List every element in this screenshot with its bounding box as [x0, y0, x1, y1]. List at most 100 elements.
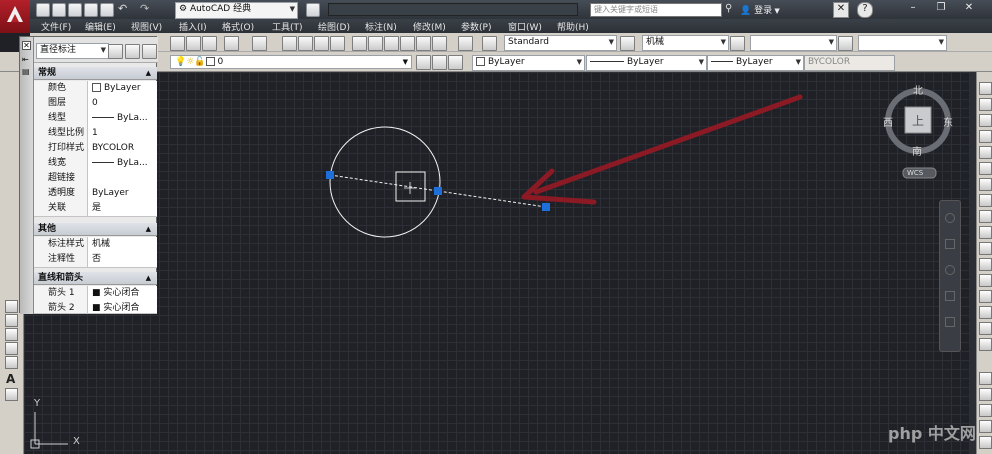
pan-nav-icon[interactable]: [945, 239, 955, 249]
property-value: 0: [92, 98, 98, 108]
rotate-icon[interactable]: [979, 178, 992, 191]
copy-object-icon[interactable]: [979, 98, 992, 111]
palette-properties-icon[interactable]: ▤: [22, 67, 30, 76]
property-key: 线型: [34, 111, 88, 126]
dim-baseline-icon[interactable]: [979, 388, 992, 401]
dim-quick-icon[interactable]: [979, 372, 992, 385]
blend-icon[interactable]: [979, 322, 992, 335]
property-row[interactable]: 超链接: [34, 171, 157, 187]
property-value: ByLa...: [117, 158, 148, 168]
property-row[interactable]: 透明度 ByLayer: [34, 186, 157, 202]
property-value: 实心闭合: [103, 288, 140, 298]
trim-icon[interactable]: [979, 226, 992, 239]
property-row[interactable]: 线型 ByLa...: [34, 111, 157, 127]
section-general[interactable]: 常规 ▲: [34, 67, 157, 80]
property-key: 线型比例: [34, 126, 88, 141]
move-icon[interactable]: [979, 162, 992, 175]
palette-close-icon[interactable]: ✕: [22, 41, 31, 50]
property-value: ByLa...: [117, 113, 148, 123]
erase-icon[interactable]: [979, 82, 992, 95]
property-row[interactable]: 图层 0: [34, 96, 157, 112]
arrow-type-icon: ■: [92, 303, 104, 313]
palette-autohide-icon[interactable]: ⇤: [22, 55, 29, 64]
section-general-title: 常规: [38, 68, 57, 78]
object-type-select[interactable]: 直径标注 ▼: [36, 43, 109, 59]
multiline-text-icon[interactable]: A: [6, 372, 15, 386]
property-key: 透明度: [34, 186, 88, 201]
arrow-type-icon: ■: [92, 288, 104, 298]
chevron-down-icon: ▼: [100, 46, 106, 54]
property-row[interactable]: 打印样式 BYCOLOR: [34, 141, 157, 157]
dim-space-icon[interactable]: [979, 420, 992, 433]
compass-north[interactable]: 北: [913, 86, 923, 97]
property-row[interactable]: 箭头 2 ■ 实心闭合: [34, 301, 157, 314]
join-icon[interactable]: [979, 274, 992, 287]
property-row[interactable]: 关联是: [34, 201, 157, 217]
select-objects-icon[interactable]: [125, 44, 140, 59]
property-value: BYCOLOR: [92, 143, 135, 153]
property-key: 颜色: [34, 81, 88, 96]
toggle-pickadd-icon[interactable]: [108, 44, 123, 59]
grip-end[interactable]: [542, 203, 550, 211]
collapse-icon: ▲: [145, 69, 151, 77]
steering-wheel-icon[interactable]: [945, 213, 955, 223]
mirror-icon[interactable]: [979, 114, 992, 127]
grip-start[interactable]: [326, 171, 334, 179]
section-lines-arrows[interactable]: 直线和箭头 ▲: [34, 272, 157, 285]
break-icon[interactable]: [979, 258, 992, 271]
collapse-icon: ▲: [145, 225, 151, 233]
stretch-icon[interactable]: [979, 210, 992, 223]
chamfer-icon[interactable]: [979, 290, 992, 303]
property-key: 图层: [34, 96, 88, 111]
zoom-nav-icon[interactable]: [945, 265, 955, 275]
modify-toolbar: [976, 72, 992, 454]
property-row[interactable]: 颜色 ByLayer: [34, 81, 157, 97]
dim-linear-icon[interactable]: [5, 300, 18, 313]
extend-icon[interactable]: [979, 242, 992, 255]
explode-icon[interactable]: [979, 338, 992, 351]
dim-diameter-icon[interactable]: [5, 342, 18, 355]
circle-entity[interactable]: [329, 126, 441, 238]
section-misc-title: 其他: [38, 224, 57, 234]
ucs-x-label: X: [73, 436, 80, 447]
array-icon[interactable]: [979, 146, 992, 159]
property-key: 关联: [34, 201, 88, 216]
property-key: 标注样式: [34, 237, 88, 252]
orbit-nav-icon[interactable]: [945, 291, 955, 301]
add-selected-icon[interactable]: [5, 388, 18, 401]
watermark-text: php 中文网: [888, 424, 976, 443]
grip-mid[interactable]: [434, 187, 442, 195]
property-key: 打印样式: [34, 141, 88, 156]
ucs-y-label: Y: [34, 398, 41, 409]
dim-aligned-icon[interactable]: [5, 314, 18, 327]
table-icon[interactable]: [5, 356, 18, 369]
dim-continue-icon[interactable]: [979, 404, 992, 417]
compass-west[interactable]: 西: [883, 118, 893, 129]
section-misc[interactable]: 其他 ▲: [34, 223, 157, 236]
property-value: ByLayer: [104, 83, 141, 93]
scale-icon[interactable]: [979, 194, 992, 207]
dim-radius-icon[interactable]: [5, 328, 18, 341]
wcs-label[interactable]: WCS: [907, 169, 923, 177]
properties-palette: ✕ ⇤ ▤ 直径标注 ▼ 常规 ▲ 颜色 ByLayer 图层 0 线型 ByLa... …: [19, 36, 158, 314]
annotation-arrow-shaft: [533, 94, 803, 195]
fillet-icon[interactable]: [979, 306, 992, 319]
compass-south[interactable]: 南: [912, 147, 922, 158]
quick-select-icon[interactable]: [142, 44, 157, 59]
offset-icon[interactable]: [979, 130, 992, 143]
property-row[interactable]: 线宽 ByLa...: [34, 156, 157, 172]
property-key: 箭头 2: [34, 301, 88, 313]
property-value: ByLayer: [92, 188, 129, 198]
property-row[interactable]: 标注样式 机械: [34, 237, 157, 253]
property-key: 线宽: [34, 156, 88, 171]
section-lines-arrows-title: 直线和箭头: [38, 273, 84, 283]
property-row[interactable]: 注释性否: [34, 252, 157, 268]
property-row[interactable]: 线型比例 1: [34, 126, 157, 142]
navigation-bar: [939, 200, 961, 352]
dim-break-icon[interactable]: [979, 436, 992, 449]
viewcube-face-label[interactable]: 上: [912, 114, 924, 128]
palette-title-strip[interactable]: ✕ ⇤ ▤: [20, 37, 34, 314]
compass-east[interactable]: 东: [943, 118, 953, 129]
showmotion-icon[interactable]: [945, 317, 955, 327]
property-row[interactable]: 箭头 1 ■ 实心闭合: [34, 286, 157, 302]
